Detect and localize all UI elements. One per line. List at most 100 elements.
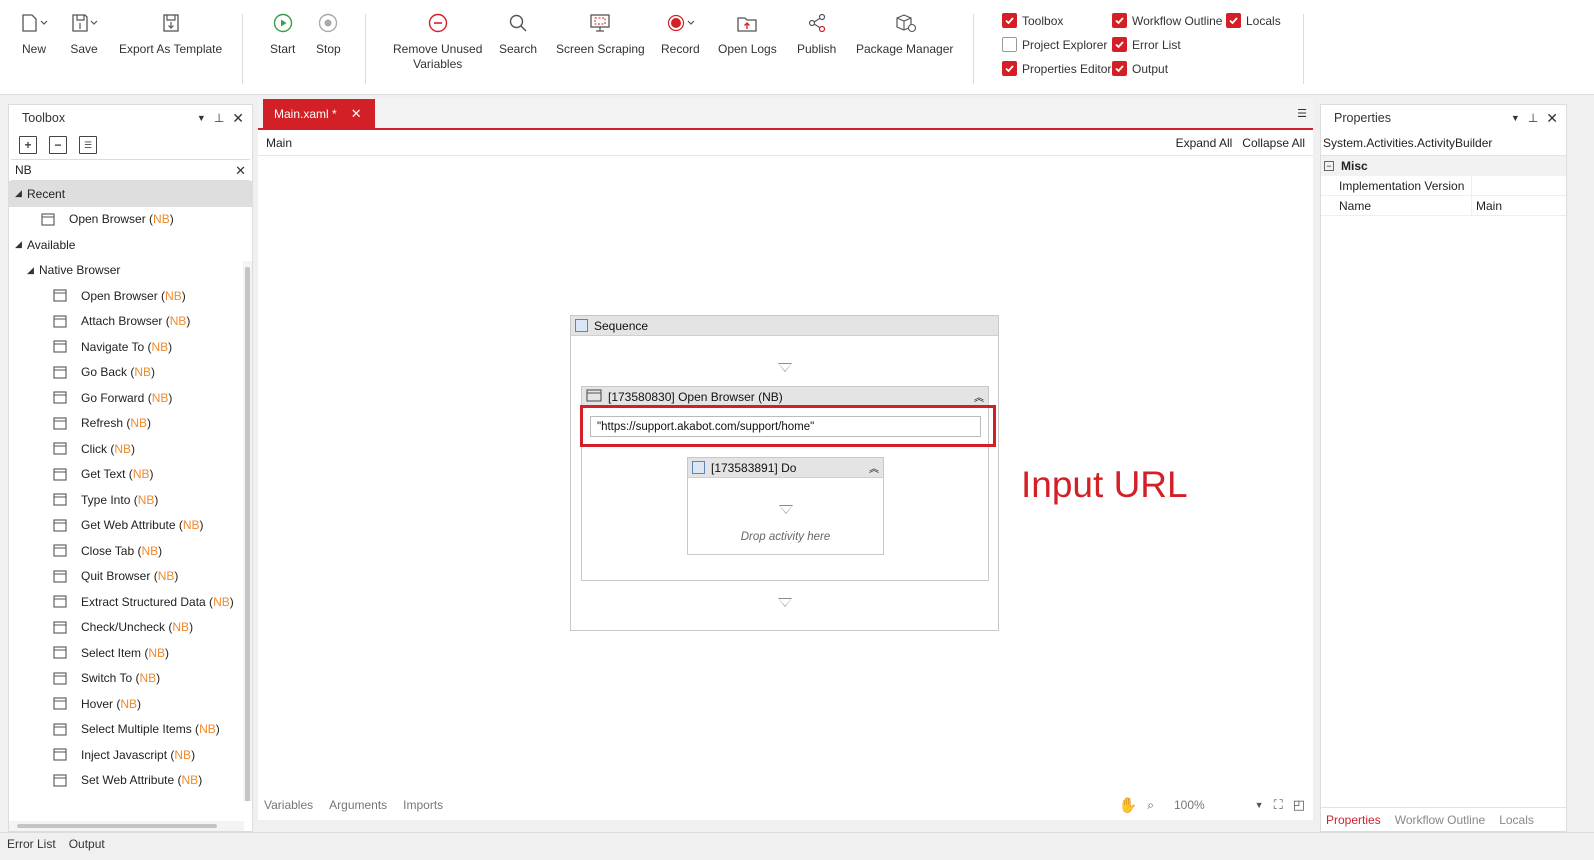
toolbox-vertical-scrollbar[interactable] [243, 261, 252, 801]
tree-item-open-browser[interactable]: Open Browser (NB) [9, 283, 252, 309]
tab-overflow-menu-icon[interactable]: ☰ [1297, 107, 1307, 120]
collapse-chevron-icon[interactable]: ︽ [869, 460, 879, 475]
start-button[interactable]: Start [270, 10, 295, 57]
tree-item-navigate-to[interactable]: Navigate To (NB) [9, 334, 252, 360]
tree-item-get-web-attribute[interactable]: Get Web Attribute (NB) [9, 513, 252, 539]
output-tab[interactable]: Output [69, 837, 105, 851]
drop-target-arrow-icon[interactable] [779, 505, 793, 514]
arguments-tab[interactable]: Arguments [329, 798, 387, 812]
overview-icon[interactable]: ◰ [1293, 797, 1305, 813]
publish-button[interactable]: Publish [797, 10, 836, 57]
pane-menu-icon[interactable]: ▼ [197, 113, 206, 123]
property-value[interactable] [1471, 176, 1566, 196]
save-button[interactable]: Save [70, 10, 98, 57]
scrollbar-thumb[interactable] [245, 267, 250, 801]
do-header[interactable]: [173583891] Do ︽ [688, 458, 883, 478]
tab-workflow-outline[interactable]: Workflow Outline [1395, 813, 1485, 827]
open-browser-activity[interactable]: [173580830] Open Browser (NB) ︽ [1735838… [581, 386, 989, 581]
screen-scraping-button[interactable]: Screen Scraping [556, 10, 645, 57]
tree-item-click[interactable]: Click (NB) [9, 436, 252, 462]
fit-to-screen-icon[interactable]: ⛶ [1274, 797, 1283, 813]
pin-icon[interactable]: ⊥ [214, 111, 224, 125]
open-browser-header[interactable]: [173580830] Open Browser (NB) ︽ [582, 387, 988, 407]
properties-category-misc[interactable]: − Misc [1321, 156, 1566, 176]
tree-group-native-browser[interactable]: ◢ Native Browser [9, 258, 252, 284]
toolbox-search-input[interactable] [11, 160, 250, 180]
tree-item-extract-structured-data[interactable]: Extract Structured Data (NB) [9, 589, 252, 615]
pane-menu-icon[interactable]: ▼ [1511, 113, 1520, 123]
tab-main-xaml[interactable]: Main.xaml * ✕ [263, 99, 375, 129]
property-row[interactable]: Implementation Version [1321, 176, 1566, 196]
toolbox-horizontal-scrollbar[interactable] [9, 821, 244, 831]
close-icon[interactable]: ✕ [232, 110, 244, 127]
expand-all-link[interactable]: Expand All [1176, 136, 1233, 150]
toggle-output-checkbox[interactable]: Output [1112, 61, 1168, 76]
sequence-header[interactable]: Sequence [571, 316, 998, 336]
tree-item-attach-browser[interactable]: Attach Browser (NB) [9, 309, 252, 335]
tree-item-get-text[interactable]: Get Text (NB) [9, 462, 252, 488]
drop-target-arrow-icon[interactable] [778, 363, 792, 372]
breadcrumb[interactable]: Main [266, 136, 1166, 150]
collapse-all-icon[interactable]: − [49, 136, 67, 154]
collapse-all-link[interactable]: Collapse All [1242, 136, 1305, 150]
tree-item-quit-browser[interactable]: Quit Browser (NB) [9, 564, 252, 590]
toggle-toolbox-checkbox[interactable]: Toolbox [1002, 13, 1063, 28]
scrollbar-thumb[interactable] [17, 824, 217, 828]
designer-canvas[interactable]: Sequence [173580830] Open Browser (NB) ︽… [258, 158, 1313, 790]
toggle-locals-checkbox[interactable]: Locals [1226, 13, 1281, 28]
tree-group-recent[interactable]: ◢ Recent [9, 181, 252, 207]
collapse-minus-icon[interactable]: − [1324, 161, 1334, 171]
export-as-template-button[interactable]: Export As Template [119, 10, 222, 57]
sequence-activity[interactable]: Sequence [173580830] Open Browser (NB) ︽… [570, 315, 999, 631]
record-button[interactable]: Record [661, 10, 700, 57]
tree-item-set-web-attribute[interactable]: Set Web Attribute (NB) [9, 768, 252, 794]
list-view-icon[interactable]: ☰ [79, 136, 97, 154]
collapse-chevron-icon[interactable]: ︽ [974, 389, 984, 404]
pin-icon[interactable]: ⊥ [1528, 111, 1538, 125]
toggle-properties-editor-checkbox[interactable]: Properties Editor [1002, 61, 1111, 76]
error-list-tab[interactable]: Error List [7, 837, 56, 851]
toggle-workflow-outline-checkbox[interactable]: Workflow Outline [1112, 13, 1222, 28]
tree-item-refresh[interactable]: Refresh (NB) [9, 411, 252, 437]
close-icon[interactable]: ✕ [1546, 110, 1558, 127]
tab-locals[interactable]: Locals [1499, 813, 1534, 827]
toggle-error-list-checkbox[interactable]: Error List [1112, 37, 1181, 52]
search-button[interactable]: Search [499, 10, 537, 57]
switch-arrows-icon [53, 672, 67, 685]
tree-item-go-back[interactable]: Go Back (NB) [9, 360, 252, 386]
variables-tab[interactable]: Variables [264, 798, 313, 812]
zoom-icon[interactable]: ⌕ [1147, 798, 1154, 813]
tree-item-check-uncheck[interactable]: Check/Uncheck (NB) [9, 615, 252, 641]
tab-properties[interactable]: Properties [1326, 813, 1381, 827]
tree-item-hover[interactable]: Hover (NB) [9, 691, 252, 717]
remove-unused-variables-button[interactable]: Remove Unused Variables [393, 10, 482, 72]
property-value[interactable]: Main [1471, 196, 1566, 216]
checkbox-checked-icon [1112, 13, 1127, 28]
pan-hand-icon[interactable]: ✋ [1119, 796, 1138, 814]
stop-button[interactable]: Stop [316, 10, 341, 57]
url-input[interactable] [590, 416, 981, 437]
zoom-level[interactable]: 100% [1174, 798, 1205, 812]
tree-item-select-item[interactable]: Select Item (NB) [9, 640, 252, 666]
clear-search-icon[interactable]: ✕ [235, 163, 246, 179]
tree-item-select-multiple-items[interactable]: Select Multiple Items (NB) [9, 717, 252, 743]
tree-item-inject-javascript[interactable]: Inject Javascript (NB) [9, 742, 252, 768]
property-row[interactable]: Name Main [1321, 196, 1566, 216]
drop-target-arrow-icon[interactable] [778, 598, 792, 607]
open-logs-button[interactable]: Open Logs [718, 10, 777, 57]
package-manager-button[interactable]: Package Manager [856, 10, 953, 57]
close-tab-icon[interactable]: ✕ [351, 106, 362, 122]
expand-all-icon[interactable]: + [19, 136, 37, 154]
tree-group-available[interactable]: ◢ Available [9, 232, 252, 258]
tree-item-recent-open-browser[interactable]: Open Browser (NB) [9, 207, 252, 233]
do-activity[interactable]: [173583891] Do ︽ Drop activity here [687, 457, 884, 555]
toggle-project-explorer-checkbox[interactable]: Project Explorer [1002, 37, 1107, 52]
imports-tab[interactable]: Imports [403, 798, 443, 812]
nb-tag: NB [151, 339, 169, 354]
tree-item-close-tab[interactable]: Close Tab (NB) [9, 538, 252, 564]
chevron-down-icon[interactable]: ▼ [1255, 800, 1264, 810]
tree-item-type-into[interactable]: Type Into (NB) [9, 487, 252, 513]
tree-item-switch-to[interactable]: Switch To (NB) [9, 666, 252, 692]
tree-item-go-forward[interactable]: Go Forward (NB) [9, 385, 252, 411]
new-button[interactable]: New [20, 10, 48, 57]
